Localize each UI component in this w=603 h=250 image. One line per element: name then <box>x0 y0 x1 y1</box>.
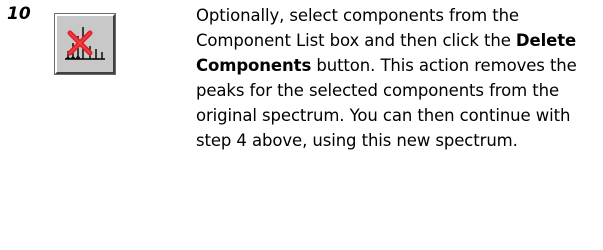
delete-components-icon <box>65 27 105 60</box>
step-instruction: Optionally, select components from the C… <box>196 3 598 153</box>
instruction-text-before: Optionally, select components from the C… <box>196 6 519 50</box>
delete-components-button[interactable] <box>54 13 116 75</box>
step-number: 10 <box>7 4 31 24</box>
